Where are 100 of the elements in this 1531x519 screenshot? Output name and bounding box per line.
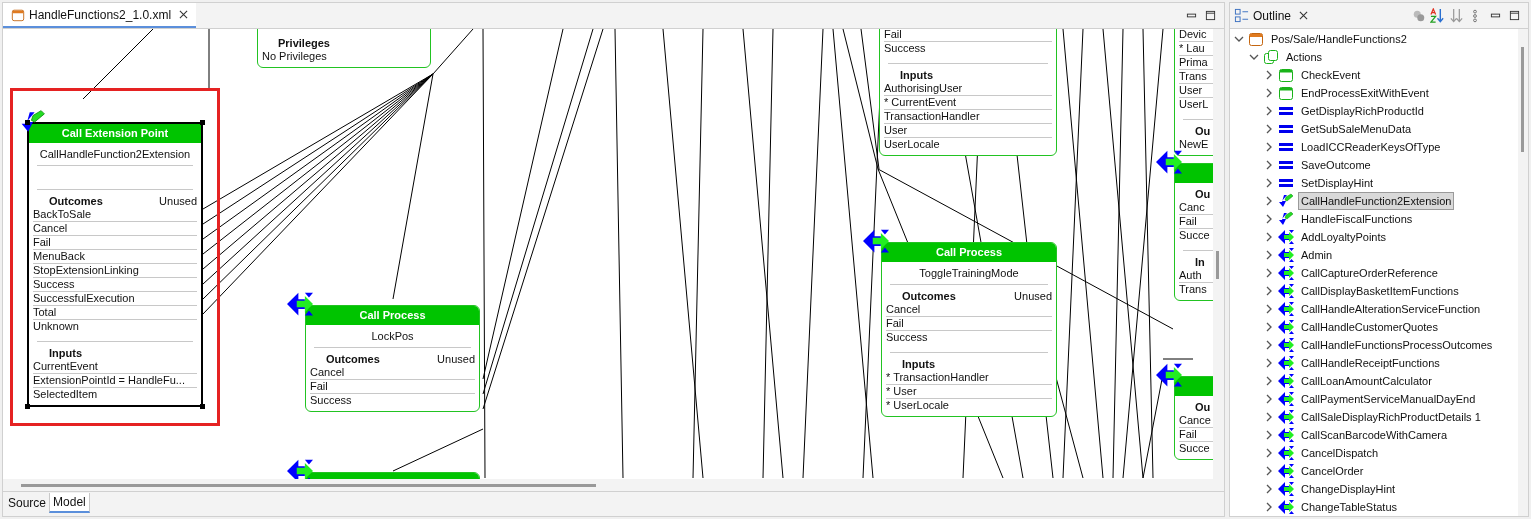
- chevron-right-icon[interactable]: [1264, 268, 1274, 278]
- chevron-right-icon[interactable]: [1264, 196, 1274, 206]
- chevron-right-icon[interactable]: [1264, 106, 1274, 116]
- tree-item[interactable]: CancelOrder: [1298, 461, 1367, 481]
- chevron-right-icon[interactable]: [1264, 466, 1274, 476]
- tree-item[interactable]: AddLoyaltyPoints: [1298, 227, 1389, 247]
- chevron-right-icon[interactable]: [1264, 376, 1274, 386]
- node-row-text: UserLocale: [884, 138, 941, 151]
- chevron-down-icon[interactable]: [1234, 34, 1244, 44]
- section-note: Unused: [437, 352, 475, 366]
- sort-alphabetical-icon[interactable]: [1430, 8, 1445, 23]
- section-heading: Outcomes: [325, 352, 380, 366]
- call-arrows-icon: [1278, 391, 1294, 407]
- close-icon[interactable]: [179, 10, 189, 19]
- chevron-right-icon[interactable]: [1264, 286, 1274, 296]
- chevron-right-icon[interactable]: [1264, 178, 1274, 188]
- tree-item[interactable]: CallHandleCustomerQuotes: [1298, 317, 1441, 337]
- chevron-right-icon[interactable]: [1264, 322, 1274, 332]
- circles-icon[interactable]: [1412, 8, 1426, 23]
- tree-item[interactable]: CallHandleReceiptFunctions: [1298, 353, 1443, 373]
- chevron-right-icon[interactable]: [1264, 340, 1274, 350]
- diagram-canvas[interactable]: [3, 29, 1213, 479]
- chevron-right-icon[interactable]: [1264, 412, 1274, 422]
- process-node[interactable]: Ou Cance Fail Succe: [1174, 376, 1213, 460]
- chevron-right-icon[interactable]: [1264, 358, 1274, 368]
- tree-item[interactable]: Admin: [1298, 245, 1336, 265]
- process-node[interactable]: Devic * Lau Prima Trans User UserL Ou NewE: [1174, 29, 1213, 156]
- tree-item[interactable]: ChangeTableStatus: [1298, 497, 1400, 516]
- chevron-right-icon[interactable]: [1264, 484, 1274, 494]
- chevron-right-icon[interactable]: [1264, 88, 1274, 98]
- resize-handle[interactable]: [200, 120, 205, 125]
- chevron-right-icon[interactable]: [1264, 232, 1274, 242]
- chevron-right-icon[interactable]: [1264, 160, 1274, 170]
- resize-handle[interactable]: [25, 404, 30, 409]
- tree-item[interactable]: EndProcessExitWithEvent: [1298, 83, 1432, 103]
- node-row: TransactionHandler: [884, 110, 1052, 124]
- bottom-tab[interactable]: Source: [5, 493, 50, 513]
- tree-item[interactable]: CallDisplayBasketItemFunctions: [1298, 281, 1462, 301]
- tree-item[interactable]: GetSubSaleMenuData: [1298, 119, 1415, 139]
- resize-handle[interactable]: [200, 404, 205, 409]
- call-arrows-icon: [1278, 247, 1294, 263]
- process-node[interactable]: Fail Success Inputs AuthorisingUser * CurrentEvent TransactionHandler User UserLocale: [879, 29, 1057, 156]
- minimize-icon[interactable]: [1490, 10, 1501, 21]
- tree-item[interactable]: SetDisplayHint: [1298, 173, 1377, 193]
- section-heading: Inputs: [48, 346, 82, 360]
- tree-item[interactable]: Pos/Sale/HandleFunctions2: [1268, 29, 1410, 49]
- section-heading: Outcomes: [901, 289, 956, 303]
- process-node[interactable]: Call Process LockPos Outcomes Unused Cancel Fail Success: [305, 305, 480, 412]
- node-row-text: Unknown: [33, 320, 80, 333]
- chevron-right-icon[interactable]: [1264, 250, 1274, 260]
- chevron-right-icon[interactable]: [1264, 502, 1274, 512]
- tree-item[interactable]: CallPaymentServiceManualDayEnd: [1298, 389, 1479, 409]
- chevron-right-icon[interactable]: [1264, 448, 1274, 458]
- window-icon: [1278, 67, 1294, 83]
- tree-item[interactable]: CallSaleDisplayRichProductDetails 1: [1298, 407, 1484, 427]
- tree-item[interactable]: LoadICCReaderKeysOfType: [1298, 137, 1444, 157]
- call-arrows-icon: [1278, 463, 1294, 479]
- chevron-right-icon[interactable]: [1264, 142, 1274, 152]
- section-heading: Ou: [1194, 124, 1211, 138]
- maximize-icon[interactable]: [1509, 10, 1520, 21]
- sort-arrows-icon[interactable]: [1449, 8, 1464, 23]
- chevron-right-icon[interactable]: [1264, 124, 1274, 134]
- tree-item[interactable]: SaveOutcome: [1298, 155, 1374, 175]
- close-icon[interactable]: [1299, 11, 1309, 20]
- tree-item[interactable]: HandleFiscalFunctions: [1298, 209, 1416, 229]
- vertical-scrollbar[interactable]: [1518, 29, 1528, 516]
- tree-item[interactable]: CallHandleFunctionsProcessOutcomes: [1298, 335, 1496, 355]
- node-row: ExtensionPointId = HandleFu...: [33, 374, 197, 388]
- process-node[interactable]: Ou Canc Fail Succe In Auth Trans: [1174, 163, 1213, 301]
- extension-icon: [1278, 193, 1294, 209]
- chevron-right-icon[interactable]: [1264, 70, 1274, 80]
- process-node[interactable]: Privileges No Privileges: [257, 29, 431, 68]
- chevron-right-icon[interactable]: [1264, 304, 1274, 314]
- tree-item[interactable]: CallScanBarcodeWithCamera: [1298, 425, 1451, 445]
- outline-icon: [1234, 8, 1249, 23]
- chevron-right-icon[interactable]: [1264, 214, 1274, 224]
- node-row: Cancel: [886, 303, 1052, 317]
- process-node[interactable]: Call Process ToggleTrainingMode Outcomes Unused Cancel Fail Success Inputs * TransactionHandler * User * UserLocale: [881, 242, 1057, 417]
- node-row: Fail: [886, 317, 1052, 331]
- chevron-down-icon[interactable]: [1249, 52, 1259, 62]
- window-icon: [1278, 85, 1294, 101]
- resize-handle[interactable]: [25, 120, 30, 125]
- call-arrows-icon: [1278, 283, 1294, 299]
- section-heading: Ou: [1194, 400, 1211, 414]
- chevron-right-icon[interactable]: [1264, 394, 1274, 404]
- editor-tab[interactable]: HandleFunctions2_1.0.xml: [3, 3, 197, 28]
- tree-item[interactable]: Actions: [1283, 47, 1326, 67]
- chevron-right-icon[interactable]: [1264, 430, 1274, 440]
- tree-item[interactable]: CallHandleFunction2Extension: [1298, 191, 1455, 211]
- tree-item[interactable]: CallHandleAlterationServiceFunction: [1298, 299, 1484, 319]
- tree-item[interactable]: CallCaptureOrderReference: [1298, 263, 1441, 283]
- process-node[interactable]: [27, 122, 203, 407]
- maximize-icon[interactable]: [1205, 10, 1216, 21]
- minimize-icon[interactable]: [1186, 10, 1197, 21]
- tree-item[interactable]: CheckEvent: [1298, 65, 1364, 85]
- tree-item[interactable]: CallLoanAmountCalculator: [1298, 371, 1435, 391]
- tree-item[interactable]: CancelDispatch: [1298, 443, 1382, 463]
- tree-item[interactable]: ChangeDisplayHint: [1298, 479, 1399, 499]
- tree-item[interactable]: GetDisplayRichProductId: [1298, 101, 1427, 121]
- bottom-tab[interactable]: Model: [49, 493, 90, 513]
